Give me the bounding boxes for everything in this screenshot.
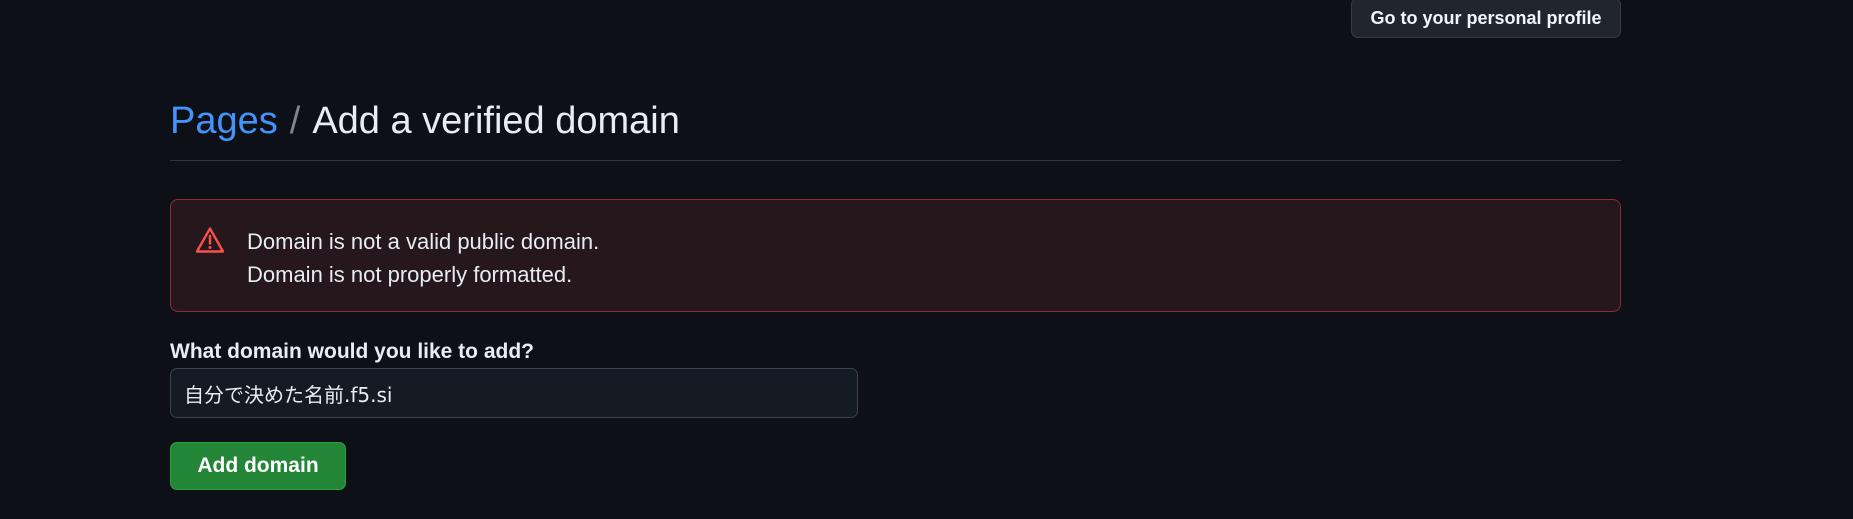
add-domain-button[interactable]: Add domain bbox=[170, 442, 346, 490]
domain-input[interactable] bbox=[170, 368, 858, 418]
page-title: Add a verified domain bbox=[312, 100, 680, 142]
domain-field-label: What domain would you like to add? bbox=[170, 340, 534, 363]
error-message: Domain is not a valid public domain. bbox=[247, 229, 600, 254]
error-flash: Domain is not a valid public domain. Dom… bbox=[170, 199, 1621, 312]
error-messages: Domain is not a valid public domain. Dom… bbox=[247, 225, 599, 291]
alert-icon bbox=[195, 226, 225, 254]
breadcrumb: Pages / Add a verified domain bbox=[170, 96, 1621, 146]
error-message: Domain is not properly formatted. bbox=[247, 262, 573, 287]
go-to-personal-profile-button[interactable]: Go to your personal profile bbox=[1351, 0, 1621, 38]
page-header: Pages / Add a verified domain bbox=[170, 96, 1621, 161]
breadcrumb-separator: / bbox=[289, 100, 301, 142]
breadcrumb-link-pages[interactable]: Pages bbox=[170, 100, 278, 142]
